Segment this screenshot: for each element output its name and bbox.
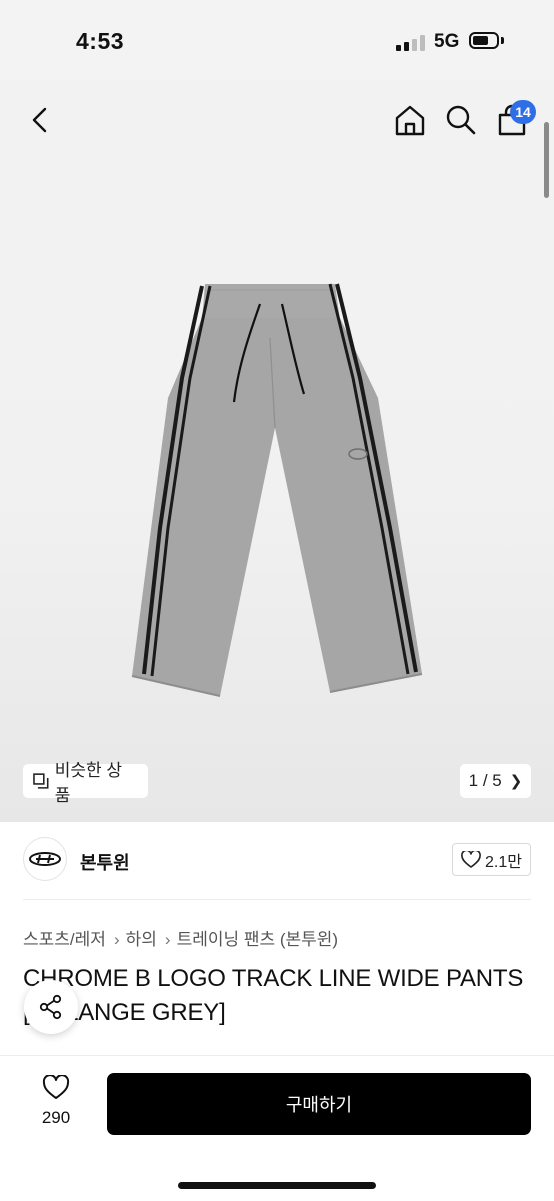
brand-like-button[interactable]: 2.1만 (452, 843, 531, 876)
brand-name[interactable]: 본투윈 (80, 849, 130, 875)
chevron-right-icon: › (164, 930, 171, 949)
breadcrumb-item[interactable]: 스포츠/레저 (23, 930, 106, 949)
page-indicator-text: 1 / 5 (468, 771, 502, 790)
home-button[interactable] (393, 103, 427, 137)
share-button[interactable] (24, 980, 78, 1034)
chevron-right-icon: › (113, 930, 120, 949)
scrollbar[interactable] (544, 122, 549, 198)
network-type: 5G (434, 31, 460, 52)
similar-products-icon (33, 773, 49, 789)
product-image[interactable] (120, 278, 430, 702)
chevron-right-icon: ❯ (509, 773, 523, 790)
status-bar: 4:53 5G (0, 0, 554, 84)
breadcrumb: 스포츠/레저 › 하의 › 트레이닝 팬츠 (본투윈) (23, 925, 338, 950)
brand-logo-mark (29, 852, 61, 866)
product-title: CHROME B LOGO TRACK LINE WIDE PANTS [MEL… (23, 965, 524, 1026)
search-button[interactable] (445, 104, 477, 136)
status-time: 4:53 (76, 28, 125, 54)
brand-logo[interactable] (23, 837, 67, 881)
battery-icon (469, 32, 499, 49)
divider (23, 899, 531, 900)
similar-products-label: 비슷한 상품 (54, 761, 122, 805)
brand-like-count: 2.1만 (485, 853, 522, 871)
back-button[interactable] (28, 106, 52, 134)
wishlist-heart-icon[interactable] (42, 1075, 70, 1101)
home-indicator[interactable] (178, 1182, 376, 1189)
wishlist-count: 290 (41, 1108, 71, 1127)
image-page-indicator[interactable]: 1 / 5 ❯ (460, 764, 531, 798)
similar-products-button[interactable]: 비슷한 상품 (23, 761, 148, 805)
buy-button[interactable]: 구매하기 (107, 1073, 531, 1135)
breadcrumb-item[interactable]: 하의 (126, 930, 157, 949)
signal-icon (396, 35, 426, 51)
share-icon (39, 994, 62, 1020)
cart-count-badge: 14 (510, 100, 536, 124)
heart-icon (461, 850, 481, 868)
breadcrumb-item[interactable]: 트레이닝 팬츠 (본투윈) (177, 930, 339, 949)
